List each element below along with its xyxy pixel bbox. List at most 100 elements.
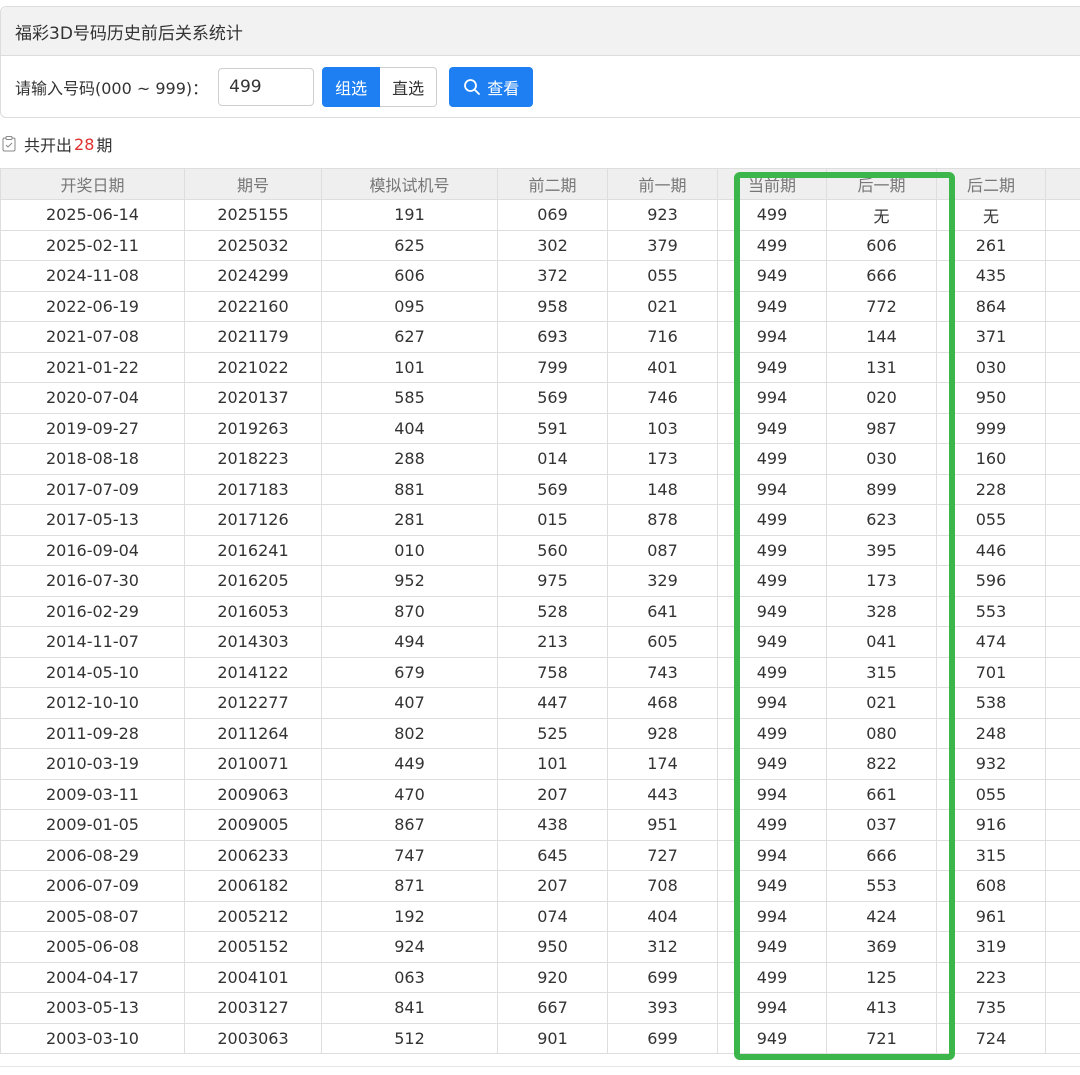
table-cell: 746 <box>607 382 718 414</box>
table-cell: 679 <box>321 656 498 688</box>
table-cell: 371 <box>936 321 1046 353</box>
table-cell: 014 <box>497 443 608 475</box>
table-cell: 881 <box>321 473 498 505</box>
table-cell: 870 <box>321 595 498 627</box>
table-cell-empty <box>1045 900 1080 932</box>
table-cell: 2003127 <box>184 992 322 1024</box>
number-input-label: 请输入号码(000 ~ 999)： <box>15 79 209 98</box>
table-cell: 449 <box>321 748 498 780</box>
table-cell: 021 <box>607 290 718 322</box>
table-cell: 2005-06-08 <box>0 931 185 963</box>
table-cell-empty <box>1045 412 1080 444</box>
column-header: 开奖日期 <box>0 168 185 200</box>
table-row: 2009-01-05 2009005 867 438 951 499 037 916 <box>0 809 1080 841</box>
table-cell: 2021-07-08 <box>0 321 185 353</box>
table-cell: 949 <box>717 870 827 902</box>
table-cell: 499 <box>717 656 827 688</box>
table-cell: 080 <box>826 717 937 749</box>
table-row: 2020-07-04 2020137 585 569 746 994 020 950 <box>0 382 1080 414</box>
table-cell: 2004-04-17 <box>0 961 185 993</box>
table-cell: 446 <box>936 534 1046 566</box>
table-cell: 207 <box>497 778 608 810</box>
table-cell: 030 <box>936 351 1046 383</box>
table-cell: 867 <box>321 809 498 841</box>
result-summary: 共开出 28 期 <box>2 132 112 156</box>
table-cell: 2006182 <box>184 870 322 902</box>
table-cell: 841 <box>321 992 498 1024</box>
table-cell-empty <box>1045 199 1080 231</box>
table-row: 2016-09-04 2016241 010 560 087 499 395 446 <box>0 534 1080 566</box>
table-cell: 2003-03-10 <box>0 1022 185 1054</box>
table-cell: 2019-09-27 <box>0 412 185 444</box>
table-cell-empty <box>1045 473 1080 505</box>
table-cell: 261 <box>936 229 1046 261</box>
group-select-button[interactable]: 组选 <box>322 67 381 107</box>
table-cell: 2011264 <box>184 717 322 749</box>
table-cell: 312 <box>607 931 718 963</box>
table-cell: 949 <box>717 931 827 963</box>
table-cell: 393 <box>607 992 718 1024</box>
table-cell: 2006-08-29 <box>0 839 185 871</box>
table-cell: 627 <box>321 321 498 353</box>
table-cell: 2025-06-14 <box>0 199 185 231</box>
table-cell: 499 <box>717 443 827 475</box>
table-cell: 063 <box>321 961 498 993</box>
table-cell: 2006233 <box>184 839 322 871</box>
table-cell: 735 <box>936 992 1046 1024</box>
table-cell: 949 <box>717 351 827 383</box>
table-cell: 369 <box>826 931 937 963</box>
table-cell: 2024-11-08 <box>0 260 185 292</box>
number-input[interactable] <box>218 68 315 106</box>
table-row: 2021-01-22 2021022 101 799 401 949 131 030 <box>0 351 1080 383</box>
table-cell: 069 <box>497 199 608 231</box>
table-cell: 041 <box>826 626 937 658</box>
table-row: 2024-11-08 2024299 606 372 055 949 666 435 <box>0 260 1080 292</box>
table-cell: 2014-05-10 <box>0 656 185 688</box>
table-cell: 961 <box>936 900 1046 932</box>
column-header: 前一期 <box>607 168 718 200</box>
table-cell-empty <box>1045 961 1080 993</box>
table-cell: 413 <box>826 992 937 1024</box>
table-cell: 802 <box>321 717 498 749</box>
table-cell: 2003-05-13 <box>0 992 185 1024</box>
table-cell: 2021022 <box>184 351 322 383</box>
table-cell: 949 <box>717 626 827 658</box>
table-cell: 404 <box>321 412 498 444</box>
table-cell: 591 <box>497 412 608 444</box>
table-cell: 407 <box>321 687 498 719</box>
table-cell-empty <box>1045 321 1080 353</box>
table-cell: 055 <box>936 504 1046 536</box>
table-cell: 2003063 <box>184 1022 322 1054</box>
column-header: 期号 <box>184 168 322 200</box>
table-cell: 585 <box>321 382 498 414</box>
table-cell-empty <box>1045 260 1080 292</box>
table-cell: 625 <box>321 229 498 261</box>
table-cell: 404 <box>607 900 718 932</box>
table-cell: 553 <box>826 870 937 902</box>
table-cell: 994 <box>717 992 827 1024</box>
column-header: 当前期 <box>717 168 827 200</box>
table-cell: 569 <box>497 473 608 505</box>
table-row: 2005-08-07 2005212 192 074 404 994 424 961 <box>0 900 1080 932</box>
table-cell-empty <box>1045 595 1080 627</box>
table-cell: 288 <box>321 443 498 475</box>
table-cell: 395 <box>826 534 937 566</box>
table-cell: 701 <box>936 656 1046 688</box>
summary-count: 28 <box>74 134 95 154</box>
table-row: 2012-10-10 2012277 407 447 468 994 021 538 <box>0 687 1080 719</box>
table-cell: 087 <box>607 534 718 566</box>
table-cell: 987 <box>826 412 937 444</box>
table-cell: 447 <box>497 687 608 719</box>
view-button[interactable]: 查看 <box>449 67 534 107</box>
table-cell-empty <box>1045 656 1080 688</box>
table-cell: 319 <box>936 931 1046 963</box>
table-cell: 721 <box>826 1022 937 1054</box>
table-cell: 949 <box>717 1022 827 1054</box>
table-row: 2025-02-11 2025032 625 302 379 499 606 261 <box>0 229 1080 261</box>
table-cell: 315 <box>936 839 1046 871</box>
table-cell: 994 <box>717 839 827 871</box>
table-cell: 499 <box>717 199 827 231</box>
table-cell: 2021179 <box>184 321 322 353</box>
direct-select-button[interactable]: 直选 <box>380 67 438 107</box>
table-cell: 822 <box>826 748 937 780</box>
